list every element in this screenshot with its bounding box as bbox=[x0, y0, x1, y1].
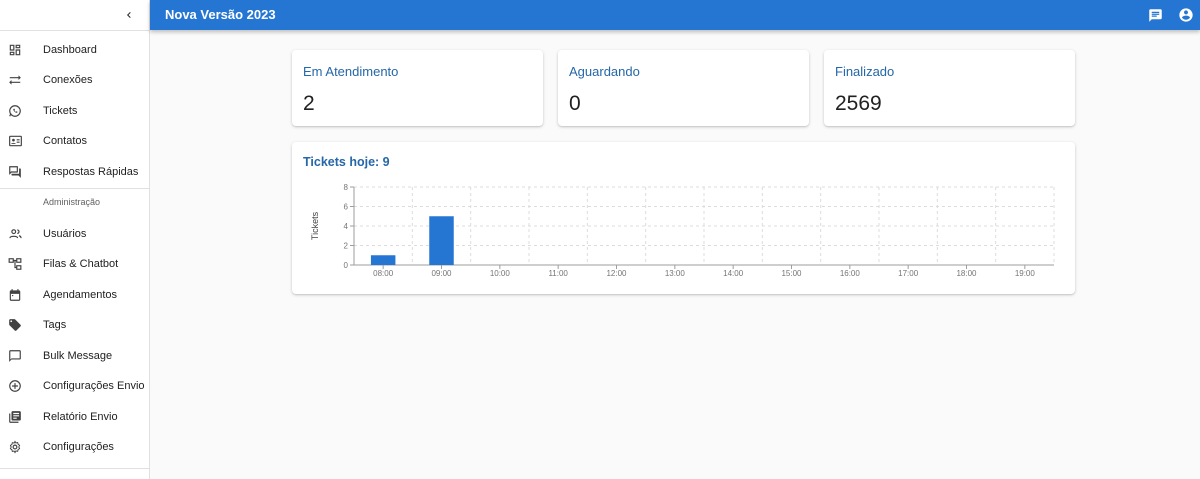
bar bbox=[370, 255, 396, 265]
tickets-chart: 0 2 4 6 8 08:00 09:00 10:00 11:00 12:00 13:00 14:00… bbox=[310, 183, 1055, 278]
sidebar-item-tags[interactable]: Tags bbox=[0, 310, 149, 340]
x-tick-label: 19:00 bbox=[1015, 269, 1036, 278]
sidebar-item-conexoes[interactable]: Conexões bbox=[0, 65, 149, 95]
account-circle-icon bbox=[1179, 8, 1193, 22]
chevron-left-icon bbox=[127, 12, 131, 18]
sidebar-section-header: Administração bbox=[43, 197, 101, 207]
sidebar-item-label: Contatos bbox=[43, 135, 88, 147]
x-tick-label: 13:00 bbox=[665, 269, 686, 278]
question-answer-icon bbox=[7, 164, 23, 180]
bar bbox=[429, 216, 454, 265]
collapse-sidebar-button[interactable] bbox=[118, 4, 140, 26]
contact-card-icon bbox=[7, 133, 23, 149]
sidebar-divider bbox=[0, 30, 149, 31]
chat-bubble-icon bbox=[7, 348, 23, 364]
app-bar: Nova Versão 2023 bbox=[150, 0, 1200, 30]
sidebar-item-configuracoes[interactable]: Configurações bbox=[0, 432, 149, 462]
sidebar-item-label: Conexões bbox=[43, 74, 93, 86]
sidebar-item-tickets[interactable]: Tickets bbox=[0, 96, 149, 126]
sidebar-item-agendamentos[interactable]: Agendamentos bbox=[0, 280, 149, 310]
x-tick-label: 08:00 bbox=[373, 269, 394, 278]
sync-alt-icon bbox=[7, 72, 23, 88]
sidebar-item-label: Dashboard bbox=[43, 44, 97, 56]
stat-title: Finalizado bbox=[835, 64, 895, 79]
calendar-icon bbox=[7, 287, 23, 303]
stat-card-em-atendimento: Em Atendimento 2 bbox=[292, 50, 543, 126]
stat-title: Aguardando bbox=[569, 64, 640, 79]
x-tick-label: 10:00 bbox=[490, 269, 511, 278]
x-tick-label: 16:00 bbox=[840, 269, 861, 278]
chat-icon bbox=[1148, 8, 1162, 22]
account-button[interactable] bbox=[1177, 6, 1195, 24]
sidebar-item-usuarios[interactable]: Usuários bbox=[0, 219, 149, 249]
sidebar-item-contatos[interactable]: Contatos bbox=[0, 126, 149, 156]
sidebar-item-relatorio-envio[interactable]: Relatório Envio bbox=[0, 402, 149, 432]
sidebar-item-dashboard[interactable]: Dashboard bbox=[0, 35, 149, 65]
tag-icon bbox=[7, 317, 23, 333]
stat-title: Em Atendimento bbox=[303, 64, 399, 79]
y-axis-label: Tickets bbox=[310, 211, 320, 240]
account-tree-icon bbox=[7, 256, 23, 272]
y-tick-label: 6 bbox=[344, 203, 349, 212]
sidebar-item-label: Configurações bbox=[43, 441, 114, 453]
whatsapp-icon bbox=[7, 103, 23, 119]
y-tick-label: 2 bbox=[344, 242, 349, 251]
sidebar-divider bbox=[0, 468, 149, 469]
sidebar-item-label: Bulk Message bbox=[43, 350, 113, 362]
app-title: Nova Versão 2023 bbox=[165, 7, 276, 22]
sidebar-item-bulk-message[interactable]: Bulk Message bbox=[0, 341, 149, 371]
sidebar-item-label: Configurações Envio bbox=[43, 380, 145, 392]
x-tick-label: 18:00 bbox=[956, 269, 977, 278]
x-tick-label: 09:00 bbox=[431, 269, 452, 278]
y-tick-label: 0 bbox=[344, 261, 349, 270]
sidebar-item-label: Relatório Envio bbox=[43, 411, 118, 423]
dashboard-icon bbox=[7, 42, 23, 58]
sidebar: Dashboard Conexões Tickets Contatos Resp… bbox=[0, 0, 150, 479]
x-tick-label: 14:00 bbox=[723, 269, 744, 278]
stat-value: 0 bbox=[569, 92, 581, 115]
stat-card-aguardando: Aguardando 0 bbox=[558, 50, 809, 126]
sidebar-item-label: Filas & Chatbot bbox=[43, 258, 119, 270]
sidebar-item-label: Usuários bbox=[43, 228, 87, 240]
stat-value: 2 bbox=[303, 92, 315, 115]
x-tick-label: 12:00 bbox=[606, 269, 627, 278]
x-tick-label: 11:00 bbox=[548, 269, 568, 278]
sidebar-divider bbox=[0, 188, 149, 189]
stat-card-finalizado: Finalizado 2569 bbox=[824, 50, 1075, 126]
sidebar-item-filas-chatbot[interactable]: Filas & Chatbot bbox=[0, 249, 149, 279]
stat-value: 2569 bbox=[835, 92, 882, 115]
sidebar-item-respostas-rapidas[interactable]: Respostas Rápidas bbox=[0, 157, 149, 187]
add-circle-icon bbox=[7, 378, 23, 394]
sidebar-item-label: Respostas Rápidas bbox=[43, 166, 139, 178]
library-books-icon bbox=[7, 409, 23, 425]
chats-button[interactable] bbox=[1146, 6, 1164, 24]
sidebar-item-configuracoes-envio[interactable]: Configurações Envio bbox=[0, 371, 149, 401]
y-tick-label: 4 bbox=[344, 222, 349, 231]
x-tick-label: 15:00 bbox=[781, 269, 802, 278]
sidebar-item-label: Tags bbox=[43, 319, 67, 331]
sidebar-item-label: Agendamentos bbox=[43, 289, 117, 301]
settings-icon bbox=[7, 439, 23, 455]
x-tick-label: 17:00 bbox=[898, 269, 919, 278]
y-tick-label: 8 bbox=[344, 183, 349, 192]
people-icon bbox=[7, 226, 23, 242]
chart-card: Tickets hoje: 9 0 2 4 6 8 08:00 09:00 10:00 11:0… bbox=[292, 142, 1075, 294]
sidebar-item-label: Tickets bbox=[43, 105, 78, 117]
